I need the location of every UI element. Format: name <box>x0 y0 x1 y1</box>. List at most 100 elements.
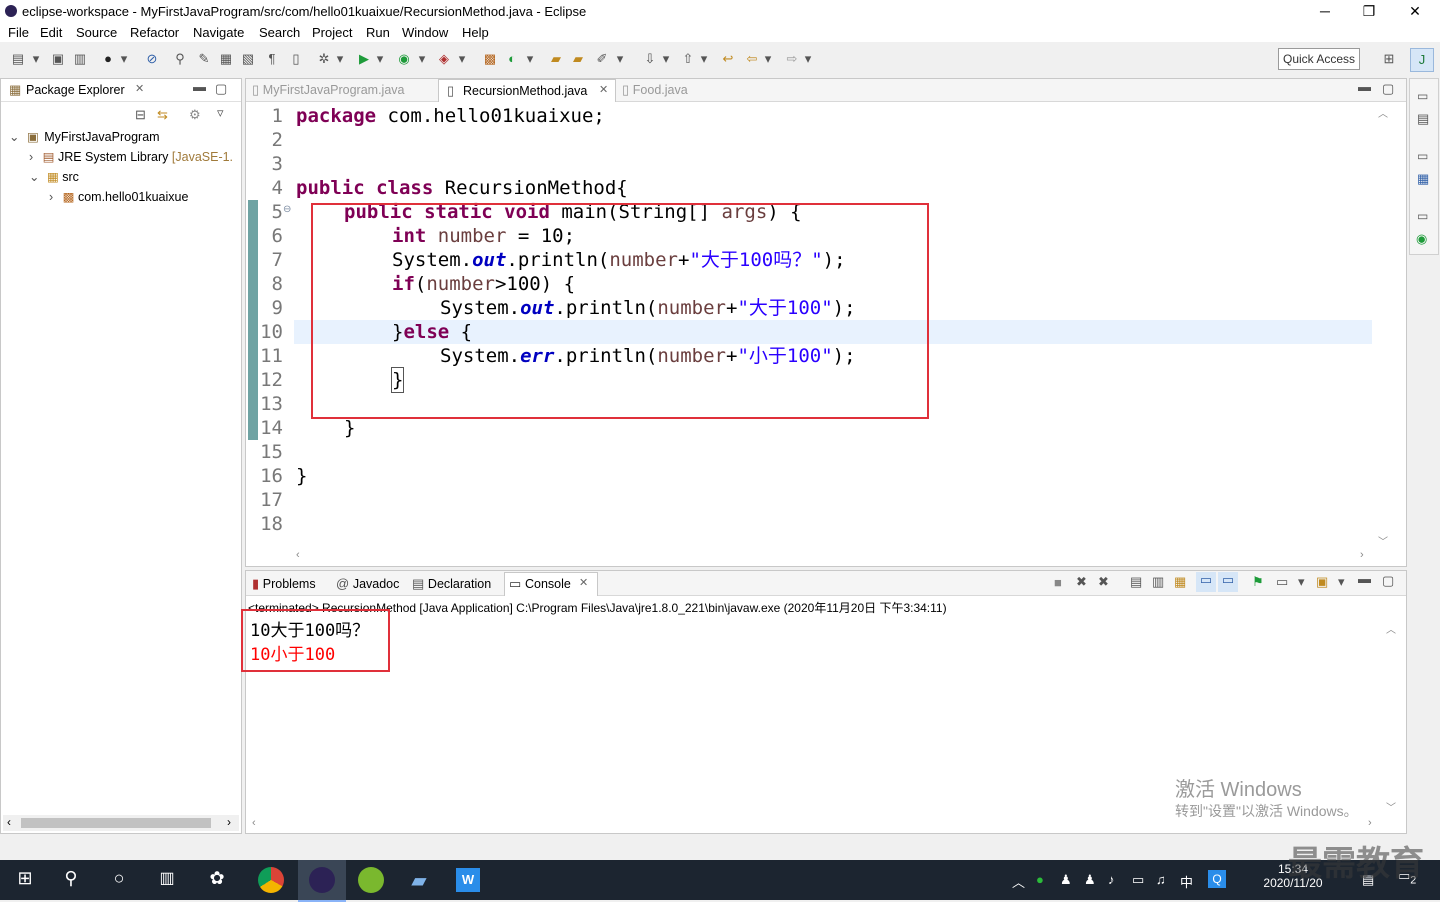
close-icon[interactable]: ✕ <box>599 83 608 96</box>
chevron-down-icon[interactable]: ▾ <box>418 51 426 67</box>
app-icon[interactable] <box>358 867 384 893</box>
tray-expand-icon[interactable]: ︿ <box>1012 872 1025 891</box>
menu-navigate[interactable]: Navigate <box>193 25 244 40</box>
word-wrap-icon[interactable]: ▦ <box>1174 574 1186 590</box>
code-line-1[interactable]: package com.hello01kuaixue; <box>296 104 605 128</box>
restore-view-icon[interactable]: ▭ <box>1417 149 1428 163</box>
search-icon[interactable]: ⚲ <box>58 868 84 892</box>
maximize-view-icon[interactable]: ▢ <box>215 81 227 97</box>
menu-run[interactable]: Run <box>366 25 390 40</box>
coverage-icon[interactable]: ◉ <box>396 51 412 67</box>
save-icon[interactable]: ▣ <box>50 51 66 67</box>
eclipse-taskbar-button[interactable] <box>298 860 346 902</box>
editor-tab-myfirst[interactable]: ▯ MyFirstJavaProgram.java <box>252 82 404 98</box>
scroll-lock-icon[interactable]: ▥ <box>1152 574 1164 590</box>
menu-refactor[interactable]: Refactor <box>130 25 179 40</box>
chevron-down-icon[interactable]: ▾ <box>32 51 40 67</box>
minimize-view-icon[interactable]: ▬ <box>1358 79 1371 94</box>
chevron-down-icon[interactable]: ⌄ <box>29 170 39 184</box>
menu-window[interactable]: Window <box>402 25 448 40</box>
block-icon[interactable]: ▧ <box>240 51 256 67</box>
menu-help[interactable]: Help <box>462 25 489 40</box>
tree-item-src[interactable]: ⌄ ▦ src <box>29 169 79 184</box>
tab-problems[interactable]: ▮ Problems <box>252 576 316 592</box>
scroll-left-icon[interactable]: ‹ <box>252 817 256 829</box>
hierarchy-icon[interactable]: ◉ <box>1416 231 1427 247</box>
task-view-icon[interactable]: ▥ <box>154 868 180 892</box>
save-all-icon[interactable]: ▥ <box>72 51 88 67</box>
clear-console-icon[interactable]: ▤ <box>1130 574 1142 590</box>
remove-launch-icon[interactable]: ✖ <box>1076 574 1087 590</box>
tab-javadoc[interactable]: @ Javadoc <box>336 576 399 591</box>
chevron-down-icon[interactable]: ▾ <box>1338 574 1345 590</box>
view-menu-icon[interactable]: ▿ <box>217 105 224 121</box>
editor-horizontal-scrollbar[interactable]: ‹ › <box>296 549 1366 563</box>
minimize-button[interactable]: ─ <box>1302 0 1348 22</box>
gear-icon[interactable]: ✲ <box>316 51 332 67</box>
open-type-icon[interactable]: ▰ <box>548 51 564 67</box>
chevron-down-icon[interactable]: ▾ <box>700 51 708 67</box>
chevron-down-icon[interactable]: ▾ <box>616 51 624 67</box>
code-line-16[interactable]: } <box>296 464 307 488</box>
menu-source[interactable]: Source <box>76 25 117 40</box>
new-package-icon[interactable]: ▩ <box>482 51 498 67</box>
qq-icon[interactable]: ♟ <box>1060 872 1072 888</box>
new-icon[interactable]: ▤ <box>10 51 26 67</box>
menu-edit[interactable]: Edit <box>40 25 62 40</box>
scroll-right-icon[interactable]: › <box>1360 549 1364 561</box>
scroll-down-icon[interactable]: ﹀ <box>1386 799 1396 814</box>
pin-icon[interactable]: ⚲ <box>172 51 188 67</box>
code-line-14[interactable]: } <box>344 416 355 440</box>
pin-console-icon[interactable]: ⚑ <box>1252 574 1264 590</box>
ime-indicator[interactable]: 中 <box>1180 872 1193 891</box>
close-icon[interactable]: ✕ <box>135 82 144 95</box>
chevron-down-icon[interactable]: ▾ <box>1298 574 1305 590</box>
tree-item-package[interactable]: › ▩ com.hello01kuaixue <box>49 189 188 204</box>
new-class-icon[interactable]: ◐ <box>504 51 520 67</box>
filter-icon[interactable]: ⚙ <box>189 107 201 123</box>
debug-mode-icon[interactable]: ● <box>100 51 116 67</box>
scroll-left-icon[interactable]: ‹ <box>7 815 11 829</box>
code-line-4[interactable]: public class RecursionMethod{ <box>296 176 628 200</box>
run-icon[interactable]: ▶ <box>356 51 372 67</box>
chevron-right-icon[interactable]: › <box>49 190 53 204</box>
menu-search[interactable]: Search <box>259 25 300 40</box>
app-icon[interactable]: W <box>456 868 480 892</box>
para-icon[interactable]: ¶ <box>264 51 280 67</box>
scroll-right-icon[interactable]: › <box>1368 817 1372 829</box>
notepad-icon[interactable]: ▰ <box>406 868 432 892</box>
tree-item-project[interactable]: ⌄ ▣ MyFirstJavaProgram <box>9 129 160 144</box>
scroll-right-icon[interactable]: › <box>227 815 231 829</box>
chevron-down-icon[interactable]: ▾ <box>458 51 466 67</box>
toggle-icon[interactable]: ▦ <box>218 51 234 67</box>
chevron-down-icon[interactable]: ▾ <box>662 51 670 67</box>
chevron-right-icon[interactable]: › <box>29 150 33 164</box>
chevron-down-icon[interactable]: ▾ <box>804 51 812 67</box>
app-tray-icon[interactable]: Q <box>1208 870 1226 888</box>
chevron-down-icon[interactable]: ▾ <box>376 51 384 67</box>
chevron-down-icon[interactable]: ▾ <box>764 51 772 67</box>
scroll-up-icon[interactable]: ︿ <box>1378 105 1388 120</box>
scroll-up-icon[interactable]: ︿ <box>1386 621 1396 636</box>
cortana-icon[interactable]: ○ <box>106 868 132 892</box>
collapse-all-icon[interactable]: ⊟ <box>135 107 146 123</box>
windows-start-icon[interactable]: ⊞ <box>12 868 38 892</box>
maximize-view-icon[interactable]: ▢ <box>1382 81 1394 97</box>
restore-view-icon[interactable]: ▭ <box>1417 89 1428 103</box>
maximize-view-icon[interactable]: ▢ <box>1382 573 1394 589</box>
close-icon[interactable]: ✕ <box>579 576 588 589</box>
show-stdout-icon[interactable]: ▭ <box>1196 572 1216 592</box>
task-list-icon[interactable]: ▤ <box>1417 111 1429 127</box>
back-icon[interactable]: ⇦ <box>744 51 760 67</box>
chrome-icon[interactable] <box>258 867 284 893</box>
minimize-view-icon[interactable]: ▬ <box>1358 571 1371 586</box>
restore-button[interactable]: ❐ <box>1346 0 1392 22</box>
chevron-down-icon[interactable]: ▾ <box>526 51 534 67</box>
show-stderr-icon[interactable]: ▭ <box>1218 572 1238 592</box>
open-console-icon[interactable]: ▣ <box>1316 574 1328 590</box>
network-icon[interactable]: ▭ <box>1132 872 1144 888</box>
fold-icon[interactable]: ⊖ <box>283 204 291 215</box>
volume-icon[interactable]: ♫ <box>1156 872 1166 887</box>
tab-declaration[interactable]: ▤ Declaration <box>412 576 491 592</box>
app-icon[interactable]: ✿ <box>204 868 230 892</box>
